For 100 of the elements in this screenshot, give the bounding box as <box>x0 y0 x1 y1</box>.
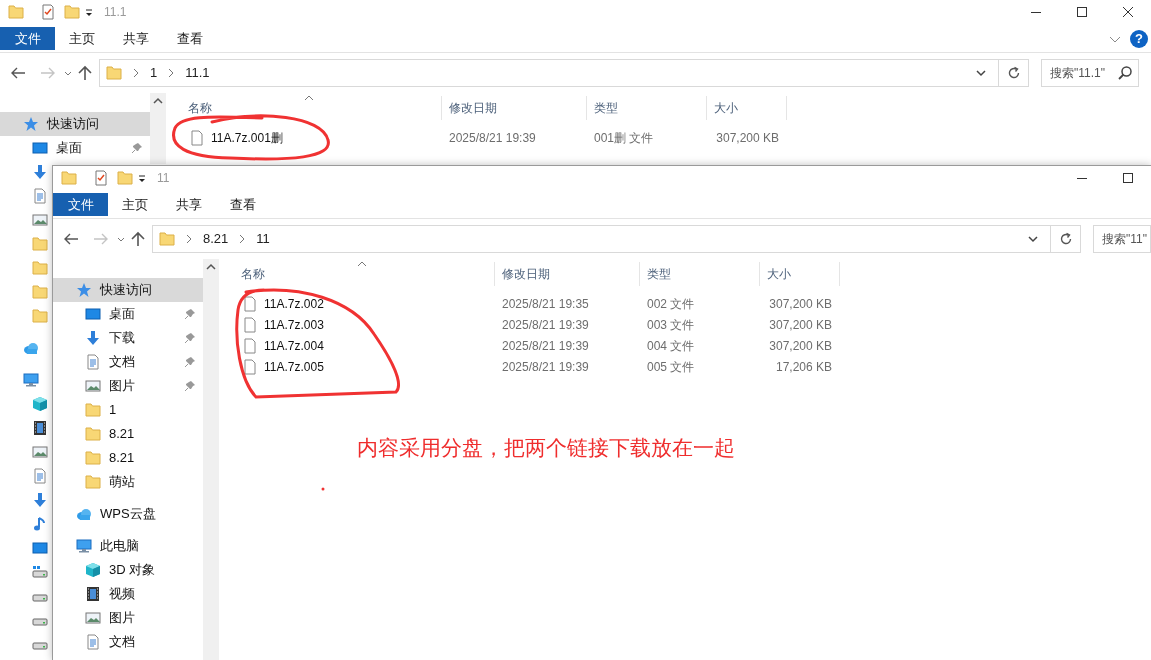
refresh-icon <box>1006 66 1021 80</box>
file-name[interactable]: 11A.7z.003 <box>264 315 324 334</box>
modified-date: 2025/8/21 19:39 <box>449 130 536 145</box>
cube-icon <box>32 396 48 412</box>
folder-icon <box>32 260 48 276</box>
column-header[interactable]: 名称 <box>219 262 495 286</box>
file-size: 307,200 KB <box>769 337 832 355</box>
file-name[interactable]: 11A.7z.005 <box>264 357 324 376</box>
column-header[interactable]: 修改日期 <box>442 96 587 120</box>
ribbon-tab[interactable]: 文件 <box>0 27 55 50</box>
file-type: 003 文件 <box>647 317 695 332</box>
sidebar-item[interactable]: 快速访问 <box>0 112 150 136</box>
folder-icon <box>85 426 101 442</box>
music-note-icon <box>32 516 48 532</box>
sidebar-item[interactable]: 文档 <box>53 630 203 654</box>
file-icon <box>243 337 257 354</box>
picture-icon <box>32 444 48 460</box>
breadcrumb-segment[interactable]: 1 <box>150 63 158 83</box>
modified-date: 2025/8/21 19:39 <box>502 359 589 374</box>
scrollbar[interactable] <box>203 259 219 660</box>
breadcrumb-segment[interactable]: 11 <box>256 229 270 249</box>
ribbon-tab[interactable]: 文件 <box>53 193 108 216</box>
file-type: 004 文件 <box>647 338 695 353</box>
sidebar-item[interactable]: 3D 对象 <box>53 558 203 582</box>
folder-icon <box>159 231 175 247</box>
film-icon <box>32 420 48 436</box>
pin-icon <box>184 308 196 320</box>
sidebar-item[interactable]: 图片 <box>53 374 203 398</box>
picture-icon <box>32 212 48 228</box>
scrollbar[interactable] <box>150 93 166 164</box>
sidebar-item[interactable]: 桌面 <box>0 136 150 160</box>
file-icon <box>243 295 257 312</box>
address-bar[interactable]: 8.21 11 <box>152 225 1081 253</box>
folder-icon <box>85 450 101 466</box>
window-title: 11 <box>157 170 170 187</box>
star-icon <box>23 116 39 132</box>
folder-icon <box>85 474 101 490</box>
column-header[interactable]: 类型 <box>640 262 760 286</box>
desktop-icon <box>85 306 101 322</box>
sidebar-item[interactable]: 图片 <box>53 606 203 630</box>
file-size: 307,200 KB <box>769 295 832 313</box>
help-button[interactable]: ? <box>1130 30 1148 48</box>
sidebar-item[interactable]: 下载 <box>53 326 203 350</box>
sidebar-item[interactable]: WPS云盘 <box>53 502 203 526</box>
file-type: 005 文件 <box>647 359 695 374</box>
computer-icon <box>76 538 92 554</box>
file-type: 002 文件 <box>647 296 695 311</box>
ribbon-tab[interactable]: 共享 <box>109 27 163 50</box>
desktop-icon <box>32 140 48 156</box>
properties-icon[interactable] <box>93 170 109 186</box>
download-arrow-icon <box>32 164 48 180</box>
folder-icon <box>61 170 77 186</box>
column-header[interactable]: 大小 <box>760 262 840 286</box>
breadcrumb-segment[interactable]: 11.1 <box>185 63 210 83</box>
file-size: 307,200 KB <box>769 316 832 334</box>
breadcrumb-segment[interactable]: 8.21 <box>203 229 229 249</box>
sidebar-item[interactable]: 此电脑 <box>53 534 203 558</box>
pen-dot <box>321 487 325 491</box>
ribbon-tab[interactable]: 主页 <box>108 193 162 216</box>
properties-icon[interactable] <box>40 4 56 20</box>
file-name[interactable]: 11A.7z.002 <box>264 294 324 313</box>
ribbon-tab[interactable]: 主页 <box>55 27 109 50</box>
up-arrow-icon[interactable] <box>76 65 94 81</box>
file-name[interactable]: 11A.7z.001删 <box>211 128 283 147</box>
sort-caret-icon <box>356 261 367 267</box>
ribbon-tab[interactable]: 查看 <box>216 193 270 216</box>
file-size: 17,206 KB <box>775 358 832 376</box>
system-drive-icon <box>32 564 48 580</box>
file-name[interactable]: 11A.7z.004 <box>264 336 324 355</box>
sidebar-item[interactable]: 视频 <box>53 582 203 606</box>
folder-icon <box>32 308 48 324</box>
pin-icon <box>131 142 143 154</box>
sidebar-item[interactable]: 1 <box>53 398 203 422</box>
sidebar-item[interactable]: 文档 <box>53 350 203 374</box>
folder-icon <box>8 4 24 20</box>
sidebar-item[interactable]: 8.21 <box>53 422 203 446</box>
modified-date: 2025/8/21 19:39 <box>502 338 589 353</box>
window-title: 11.1 <box>104 4 127 21</box>
breadcrumb-chevron-icon <box>167 68 176 78</box>
sidebar-item[interactable]: 桌面 <box>53 302 203 326</box>
search-field[interactable]: 搜索"11.1" <box>1041 59 1139 87</box>
up-arrow-icon[interactable] <box>129 231 147 247</box>
column-header[interactable]: 名称 <box>166 96 442 120</box>
column-header[interactable]: 修改日期 <box>495 262 640 286</box>
file-type: 001删 文件 <box>594 130 654 145</box>
sidebar-item[interactable]: 快速访问 <box>53 278 203 302</box>
sidebar-item[interactable]: 8.21 <box>53 446 203 470</box>
folder-icon <box>32 236 48 252</box>
folder-icon <box>85 402 101 418</box>
pin-icon <box>184 380 196 392</box>
column-header[interactable]: 类型 <box>587 96 707 120</box>
ribbon-tab[interactable]: 共享 <box>162 193 216 216</box>
sidebar-item[interactable]: 萌站 <box>53 470 203 494</box>
ribbon-tab[interactable]: 查看 <box>163 27 217 50</box>
search-icon <box>1117 65 1133 81</box>
close-icon <box>1123 7 1133 17</box>
maximize-icon <box>1077 7 1087 17</box>
address-bar[interactable]: 1 11.1 <box>99 59 1029 87</box>
search-field[interactable]: 搜索"11" <box>1093 225 1151 253</box>
column-header[interactable]: 大小 <box>707 96 787 120</box>
